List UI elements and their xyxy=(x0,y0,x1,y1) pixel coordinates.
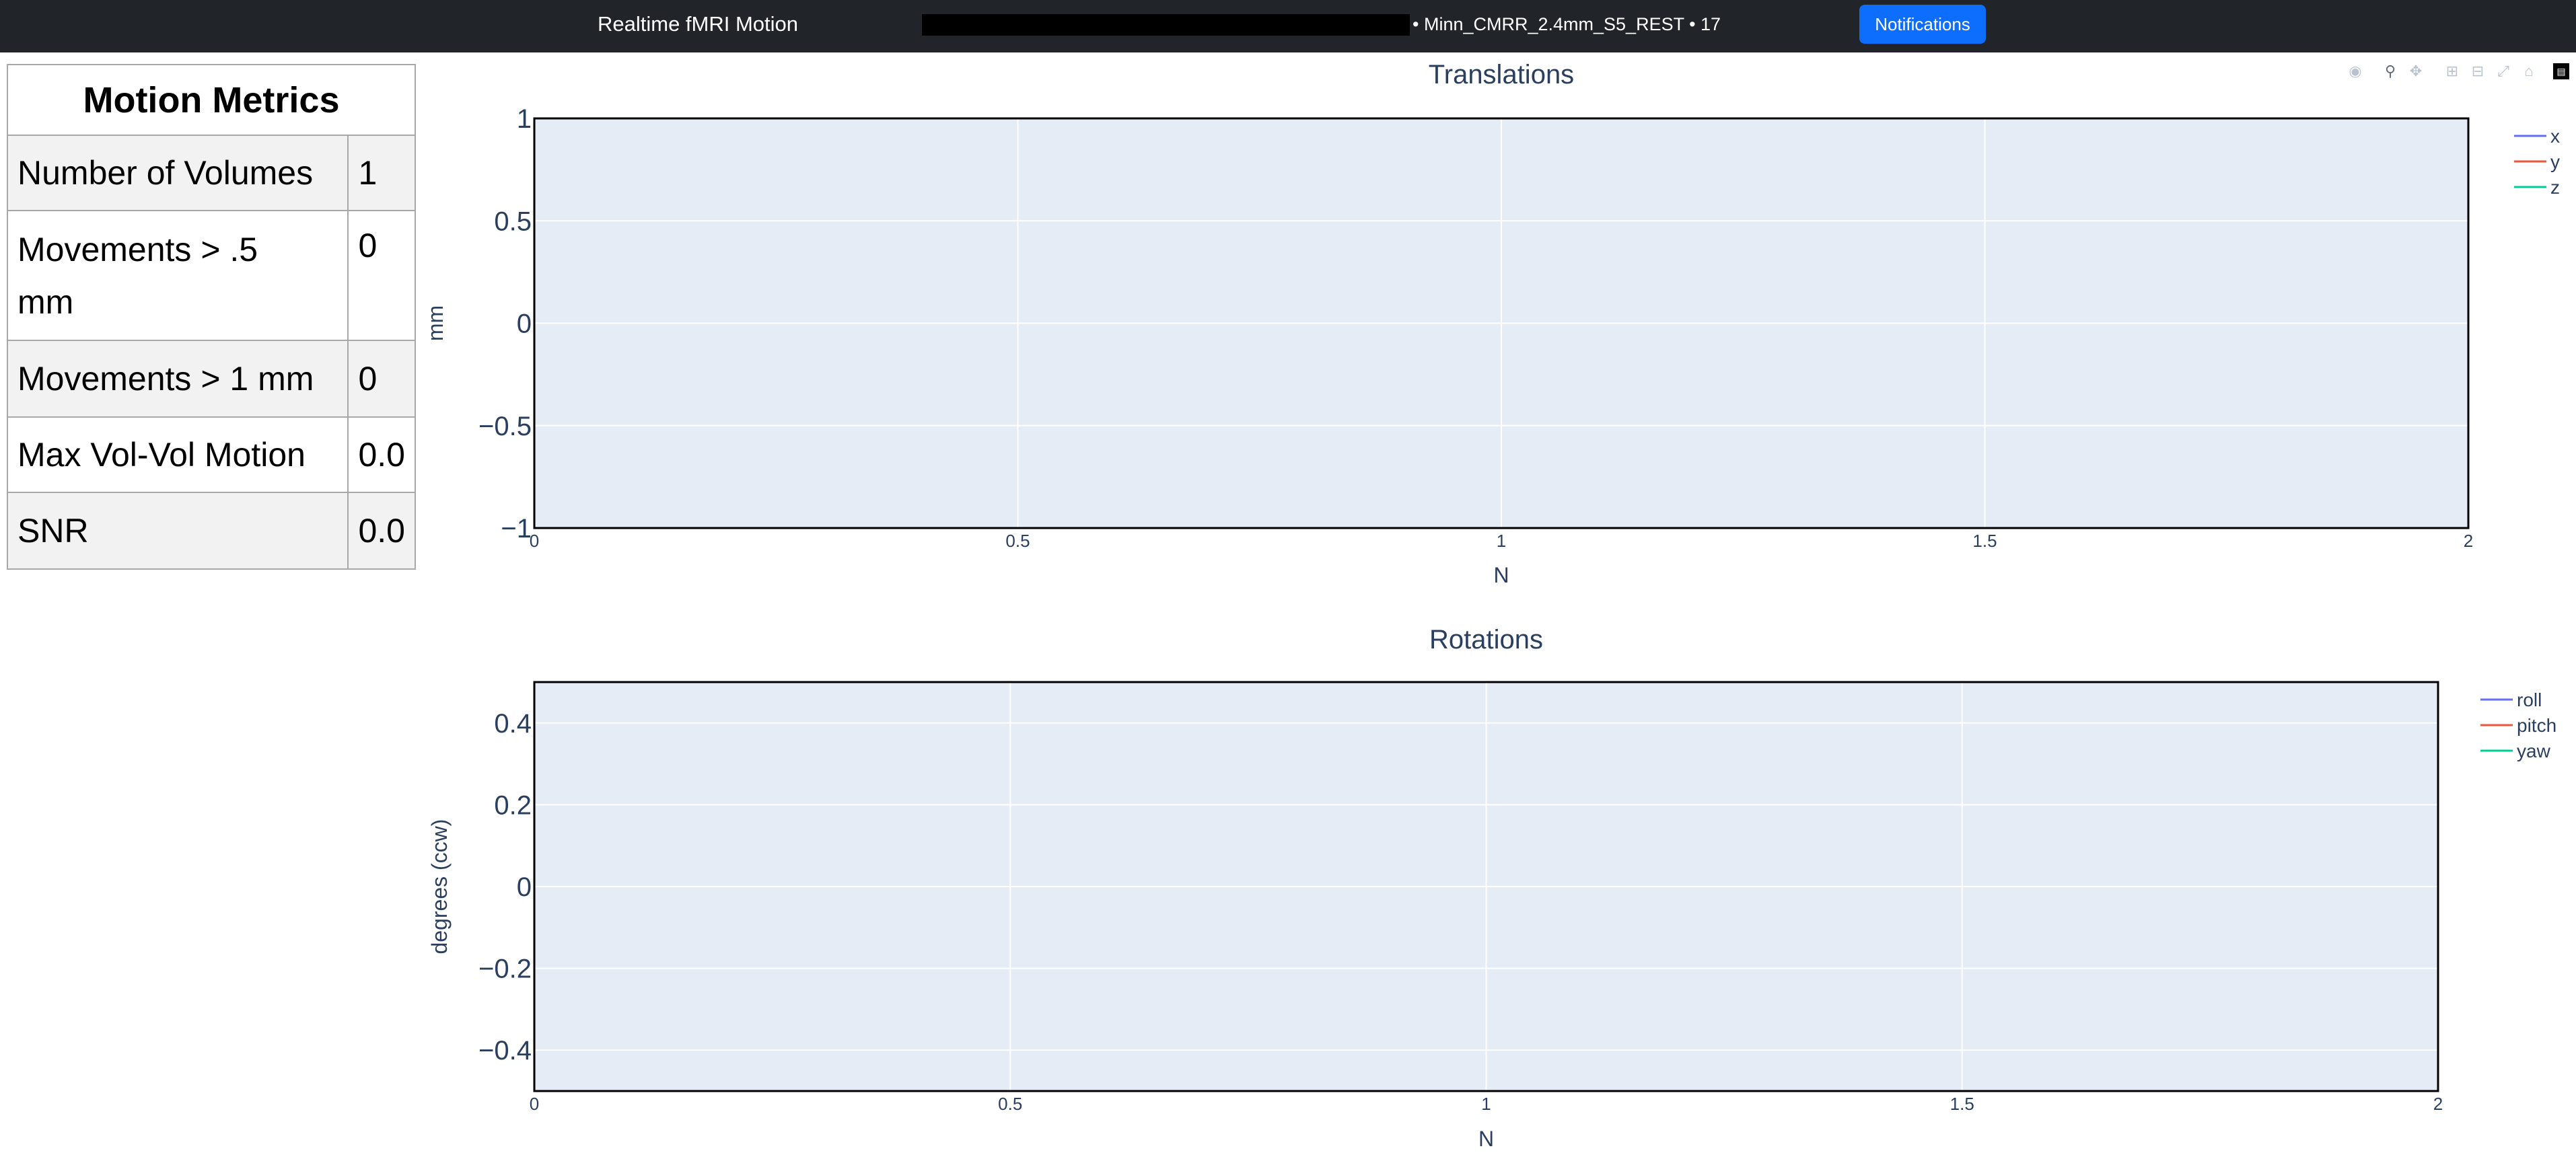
x-tick-label: 2 xyxy=(2433,1094,2443,1114)
x-tick-label: 1 xyxy=(1481,1094,1491,1114)
x-tick-label: 0 xyxy=(530,1094,539,1114)
x-tick-label: 2 xyxy=(2464,531,2473,551)
y-tick-label: 1 xyxy=(517,104,532,134)
y-axis-label: mm xyxy=(423,305,448,341)
x-axis-label: N xyxy=(1493,563,1509,587)
x-tick-label: 1.5 xyxy=(1950,1094,1974,1114)
y-tick-label: 0 xyxy=(517,309,532,339)
chart-title: Rotations xyxy=(1429,625,1543,654)
chart-title: Translations xyxy=(1429,60,1574,89)
x-tick-label: 0.5 xyxy=(1005,531,1030,551)
y-tick-label: 0.4 xyxy=(494,709,532,739)
charts-svg: 0 0.5 1 1.5 2 1 0.5 0 −0.5 −1 Translations Nmm xyz 0 0… xyxy=(423,60,2560,1151)
legend-label: roll xyxy=(2517,689,2542,710)
y-tick-label: −0.2 xyxy=(478,954,532,984)
legend-label: x xyxy=(2550,126,2560,147)
x-tick-label: 0.5 xyxy=(998,1094,1022,1114)
y-tick-label: 0.2 xyxy=(494,790,532,820)
y-tick-label: −0.4 xyxy=(478,1036,532,1065)
y-axis-label: degrees (ccw) xyxy=(427,819,452,954)
x-axis-label: N xyxy=(1478,1127,1494,1151)
y-tick-label: 0.5 xyxy=(494,207,532,236)
legend-label: pitch xyxy=(2517,715,2556,736)
y-tick-label: 0 xyxy=(517,872,532,902)
legend-label: yaw xyxy=(2517,741,2551,761)
legend-label: z xyxy=(2550,177,2560,198)
y-tick-label: −0.5 xyxy=(478,412,532,441)
x-tick-label: 1.5 xyxy=(1972,531,1997,551)
y-tick-label: −1 xyxy=(501,514,532,544)
legend-label: y xyxy=(2550,151,2560,172)
x-tick-label: 1 xyxy=(1497,531,1506,551)
